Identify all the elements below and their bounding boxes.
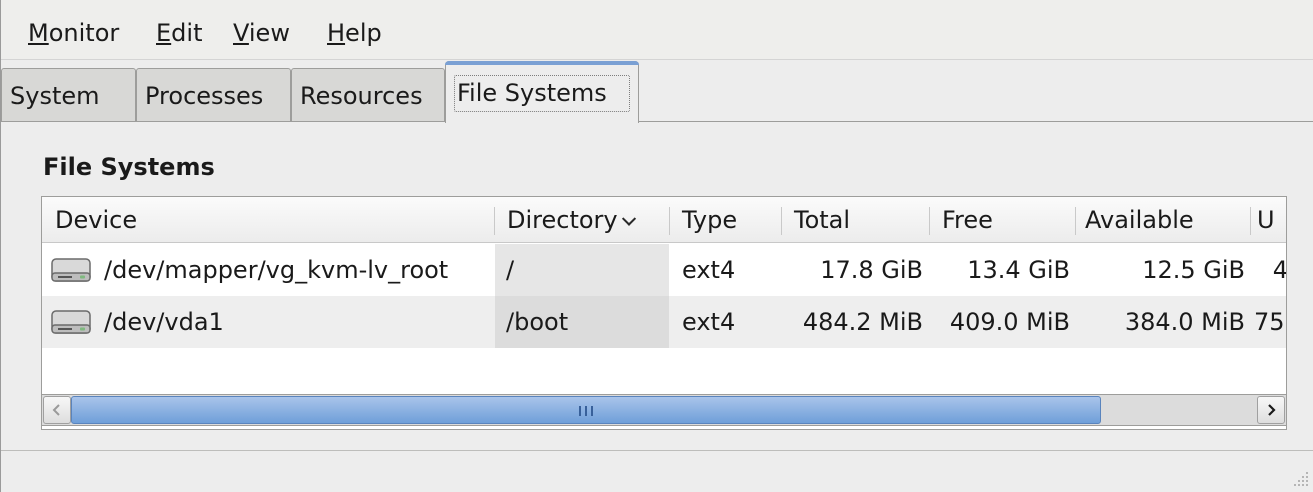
tab-file-systems-label: File Systems bbox=[457, 79, 607, 107]
scroll-left-button[interactable] bbox=[43, 396, 71, 424]
tab-resources-label: Resources bbox=[300, 82, 423, 110]
free-cell: 409.0 MiB bbox=[949, 308, 1070, 336]
menu-view-label: iew bbox=[248, 19, 290, 47]
used-cell: 4 bbox=[1272, 256, 1287, 284]
tab-processes-label: Processes bbox=[145, 82, 264, 110]
device-cell: /dev/mapper/vg_kvm-lv_root bbox=[104, 256, 449, 284]
chevron-right-icon bbox=[1268, 404, 1276, 416]
column-header-available[interactable]: Available bbox=[1075, 197, 1250, 243]
menu-edit[interactable]: Edit bbox=[156, 18, 202, 48]
chevron-left-icon bbox=[52, 404, 60, 416]
tab-system-label: System bbox=[10, 82, 100, 110]
scroll-right-button[interactable] bbox=[1257, 396, 1285, 424]
column-header-free[interactable]: Free bbox=[929, 197, 1075, 243]
resize-grip-icon[interactable] bbox=[1292, 470, 1310, 488]
column-header-used-label: U bbox=[1257, 206, 1275, 234]
column-header-total-label: Total bbox=[794, 206, 851, 234]
hard-drive-icon bbox=[51, 258, 91, 282]
total-cell: 484.2 MiB bbox=[802, 308, 923, 336]
column-header-total[interactable]: Total bbox=[781, 197, 929, 243]
menu-monitor-label: onitor bbox=[48, 19, 120, 47]
tab-system[interactable]: System bbox=[1, 68, 136, 122]
scroll-thumb[interactable] bbox=[71, 396, 1101, 424]
menubar: Monitor Edit View Help bbox=[1, 0, 1313, 60]
hard-drive-icon bbox=[51, 310, 91, 334]
tab-baseline bbox=[1, 121, 1313, 122]
column-header-directory-label: Directory bbox=[507, 206, 618, 234]
menu-help-label: elp bbox=[345, 19, 382, 47]
device-cell: /dev/vda1 bbox=[104, 308, 224, 336]
column-header-free-label: Free bbox=[942, 206, 993, 234]
sort-descending-icon bbox=[621, 211, 636, 226]
menu-monitor-mnemonic: M bbox=[28, 19, 49, 47]
directory-cell: /boot bbox=[506, 308, 569, 336]
total-cell: 17.8 GiB bbox=[820, 256, 923, 284]
type-cell: ext4 bbox=[682, 308, 736, 336]
tab-resources[interactable]: Resources bbox=[291, 68, 445, 122]
menu-view[interactable]: View bbox=[233, 18, 290, 48]
column-header-available-label: Available bbox=[1085, 206, 1194, 234]
grip-icon bbox=[579, 406, 593, 416]
page-title: File Systems bbox=[43, 153, 215, 181]
available-cell: 384.0 MiB bbox=[1124, 308, 1245, 336]
tab-file-systems[interactable]: File Systems bbox=[445, 61, 639, 123]
horizontal-scrollbar[interactable] bbox=[41, 394, 1287, 426]
table-header: Device Directory Type Total Free Availab… bbox=[42, 197, 1286, 243]
column-header-directory[interactable]: Directory bbox=[494, 197, 669, 243]
system-monitor-window: Monitor Edit View Help System Processes … bbox=[0, 0, 1313, 492]
free-cell: 13.4 GiB bbox=[967, 256, 1070, 284]
column-header-device-label: Device bbox=[55, 206, 138, 234]
menu-help-mnemonic: H bbox=[327, 19, 346, 47]
type-cell: ext4 bbox=[682, 256, 736, 284]
column-header-device[interactable]: Device bbox=[42, 197, 494, 243]
used-cell: 75 bbox=[1254, 308, 1285, 336]
column-header-type[interactable]: Type bbox=[669, 197, 781, 243]
menu-edit-mnemonic: E bbox=[156, 19, 172, 47]
table-row[interactable]: /dev/mapper/vg_kvm-lv_root / ext4 17.8 G… bbox=[42, 244, 1287, 296]
directory-cell: / bbox=[506, 256, 515, 284]
menu-edit-label: dit bbox=[171, 19, 203, 47]
status-bar bbox=[1, 451, 1313, 492]
tab-focus-ring: File Systems bbox=[454, 75, 630, 112]
tab-processes[interactable]: Processes bbox=[136, 68, 291, 122]
menu-monitor[interactable]: Monitor bbox=[28, 18, 119, 48]
column-header-used[interactable]: U bbox=[1250, 197, 1286, 243]
menu-view-mnemonic: V bbox=[233, 19, 249, 47]
menu-help[interactable]: Help bbox=[327, 18, 382, 48]
column-header-type-label: Type bbox=[682, 206, 738, 234]
table-row[interactable]: /dev/vda1 /boot ext4 484.2 MiB 409.0 MiB… bbox=[42, 296, 1286, 348]
available-cell: 12.5 GiB bbox=[1142, 256, 1245, 284]
